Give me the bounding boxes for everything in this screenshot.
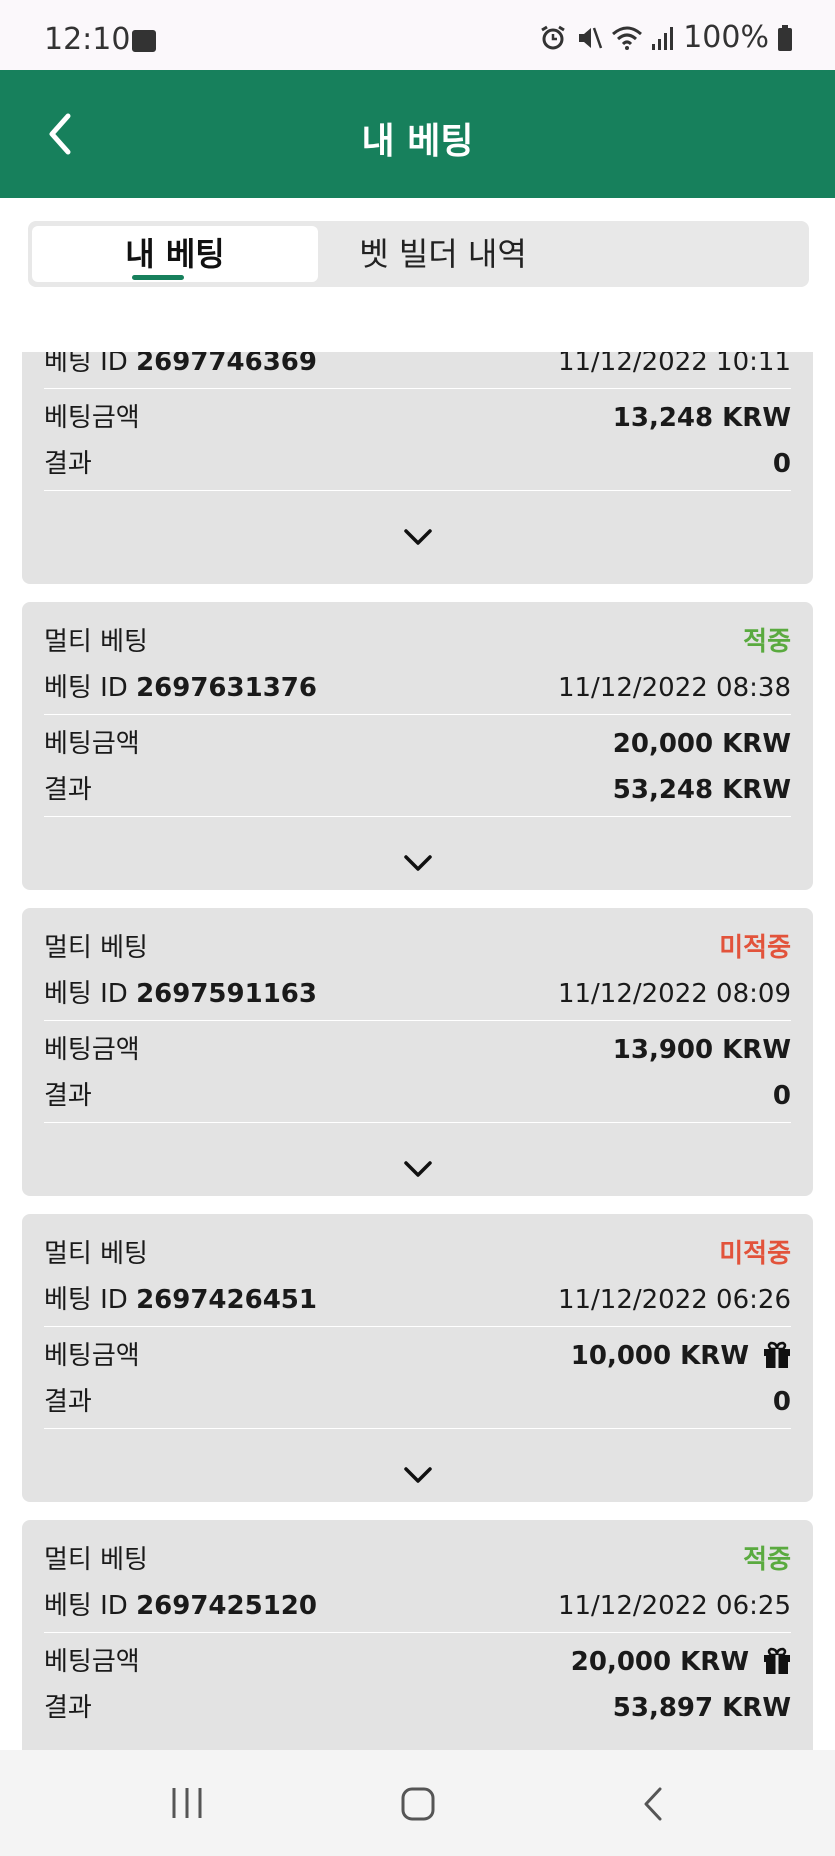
bet-list[interactable]: 베팅 ID 2697746369 11/12/2022 10:11 베팅금액 1… (0, 352, 835, 1750)
amount-label: 베팅금액 (44, 1647, 140, 1677)
bet-datetime: 11/12/2022 10:11 (557, 352, 791, 377)
battery-icon (778, 24, 792, 51)
bet-result: 0 (772, 1387, 791, 1417)
status-icons: 100% (539, 20, 793, 55)
bet-id-label: 베팅 ID (44, 979, 128, 1009)
mute-icon (579, 27, 603, 48)
bet-result: 0 (772, 449, 791, 479)
page-title: 내 베팅 (361, 121, 474, 162)
tab-label: 벳 빌더 내역 (359, 235, 527, 273)
tab-bar: 내 베팅 벳 빌더 내역 (28, 221, 809, 287)
bet-status: 적중 (743, 1545, 791, 1575)
divider (44, 1326, 791, 1327)
divider (44, 714, 791, 715)
alarm-icon (541, 25, 565, 49)
home-icon[interactable] (400, 1786, 436, 1822)
divider (44, 1428, 791, 1429)
back-nav-icon[interactable] (640, 1786, 668, 1822)
status-bar: 12:10 100% (0, 0, 835, 70)
tab-my-bets[interactable]: 내 베팅 (32, 226, 318, 282)
app-header: 내 베팅 (0, 70, 835, 198)
divider (44, 1020, 791, 1021)
result-label: 결과 (44, 449, 92, 479)
bet-type: 멀티 베팅 (44, 1239, 148, 1269)
bet-status: 미적중 (719, 933, 791, 963)
amount-label: 베팅금액 (44, 729, 140, 759)
bet-id: 2697425120 (136, 1591, 317, 1621)
divider (44, 1632, 791, 1633)
bet-id-label: 베팅 ID (44, 1285, 128, 1315)
bet-id: 2697746369 (136, 352, 317, 377)
bet-result: 53,897 KRW (612, 1693, 791, 1723)
status-time: 12:10 (44, 22, 131, 57)
bet-datetime: 11/12/2022 06:25 (557, 1591, 791, 1621)
result-label: 결과 (44, 1387, 92, 1417)
bet-card: 멀티 베팅 미적중 베팅 ID 2697426451 11/12/2022 06… (22, 1214, 813, 1502)
signal-icon (652, 26, 674, 50)
bet-result: 0 (772, 1081, 791, 1111)
amount-label: 베팅금액 (44, 1341, 140, 1371)
amount-label: 베팅금액 (44, 403, 140, 433)
bet-card: 멀티 베팅 적중 베팅 ID 2697425120 11/12/2022 06:… (22, 1520, 813, 1750)
bet-status: 미적중 (719, 1239, 791, 1269)
bet-type: 멀티 베팅 (44, 627, 148, 657)
amount-label: 베팅금액 (44, 1035, 140, 1065)
expand-chevron-icon[interactable] (403, 1159, 433, 1179)
wifi-icon (612, 26, 643, 50)
bet-id-label: 베팅 ID (44, 1591, 128, 1621)
bet-id: 2697591163 (136, 979, 317, 1009)
bet-id: 2697426451 (136, 1285, 317, 1315)
result-label: 결과 (44, 1693, 92, 1723)
bet-card: 베팅 ID 2697746369 11/12/2022 10:11 베팅금액 1… (22, 352, 813, 584)
image-notification-icon (132, 30, 156, 52)
bet-amount: 20,000 KRW (570, 1647, 749, 1677)
result-label: 결과 (44, 1081, 92, 1111)
expand-chevron-icon[interactable] (403, 853, 433, 873)
bet-datetime: 11/12/2022 06:26 (557, 1285, 791, 1315)
bet-datetime: 11/12/2022 08:09 (557, 979, 791, 1009)
tab-label: 내 베팅 (125, 235, 225, 273)
expand-chevron-icon[interactable] (403, 527, 433, 547)
bet-result: 53,248 KRW (612, 775, 791, 805)
bet-status: 적중 (743, 627, 791, 657)
bet-amount: 10,000 KRW (570, 1341, 749, 1371)
recent-apps-icon[interactable] (170, 1786, 204, 1820)
bet-amount: 13,248 KRW (612, 403, 791, 433)
active-tab-indicator (132, 275, 184, 280)
battery-percent: 100% (683, 20, 769, 55)
bet-amount: 13,900 KRW (612, 1035, 791, 1065)
bet-id: 2697631376 (136, 673, 317, 703)
bet-type: 멀티 베팅 (44, 933, 148, 963)
divider (44, 490, 791, 491)
bet-datetime: 11/12/2022 08:38 (557, 673, 791, 703)
bet-card: 멀티 베팅 미적중 베팅 ID 2697591163 11/12/2022 08… (22, 908, 813, 1196)
gift-icon[interactable] (763, 1339, 791, 1369)
divider (44, 816, 791, 817)
bet-id-label: 베팅 ID (44, 352, 128, 377)
divider (44, 388, 791, 389)
system-nav-bar (0, 1750, 835, 1856)
divider (44, 1122, 791, 1123)
tab-bet-builder-history[interactable]: 벳 빌더 내역 (318, 226, 568, 282)
bet-amount: 20,000 KRW (612, 729, 791, 759)
bet-id-label: 베팅 ID (44, 673, 128, 703)
bet-card: 멀티 베팅 적중 베팅 ID 2697631376 11/12/2022 08:… (22, 602, 813, 890)
gift-icon[interactable] (763, 1645, 791, 1675)
expand-chevron-icon[interactable] (403, 1465, 433, 1485)
bet-type: 멀티 베팅 (44, 1545, 148, 1575)
result-label: 결과 (44, 775, 92, 805)
